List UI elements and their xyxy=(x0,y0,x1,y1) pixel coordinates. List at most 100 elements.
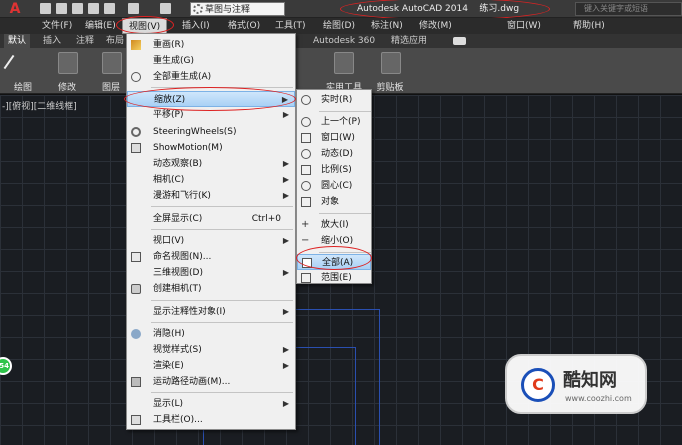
menu-separator xyxy=(151,206,293,207)
save-as-icon[interactable] xyxy=(88,3,99,14)
menu-item-toolbars[interactable]: 工具栏(O)... xyxy=(127,412,295,428)
menu-dimension[interactable]: 标注(N) xyxy=(371,18,403,34)
menu-modify[interactable]: 修改(M) xyxy=(419,18,452,34)
toolbar-icon xyxy=(131,415,141,425)
move-arrows-icon xyxy=(58,52,78,74)
zoom-scale-icon xyxy=(301,165,311,175)
zoom-in[interactable]: + 放大(I) xyxy=(297,217,371,233)
menu-item-render[interactable]: 渲染(E) ▶ xyxy=(127,358,295,374)
tab-layout[interactable]: 布局 xyxy=(106,34,124,48)
menu-separator xyxy=(319,111,371,112)
zoom-dynamic[interactable]: 动态(D) xyxy=(297,146,371,162)
ribbon-tabs: 默认 插入 注释 布局 Autodesk 360 精选应用 xyxy=(0,34,682,48)
watermark-name: 酷知网 xyxy=(563,370,617,391)
autocad-logo-icon[interactable]: A xyxy=(3,1,27,17)
menu-tools[interactable]: 工具(T) xyxy=(275,18,306,34)
showmotion-icon xyxy=(131,143,141,153)
menu-separator xyxy=(151,229,293,230)
submenu-arrow-icon: ▶ xyxy=(282,236,289,245)
open-file-icon[interactable] xyxy=(56,3,67,14)
menu-separator xyxy=(151,322,293,323)
watermark-url: www.coozhi.com xyxy=(565,394,632,403)
modify-button[interactable]: 修改 xyxy=(48,50,86,93)
zoom-all-highlight-ellipse xyxy=(296,246,372,270)
menu-item-hide[interactable]: 消隐(H) xyxy=(127,326,295,342)
submenu-arrow-icon: ▶ xyxy=(282,110,289,119)
submenu-arrow-icon: ▶ xyxy=(282,268,289,277)
tab-default[interactable]: 默认 xyxy=(4,34,31,48)
menu-help[interactable]: 帮助(H) xyxy=(573,18,605,34)
zoom-object[interactable]: 对象 xyxy=(297,194,371,210)
menu-format[interactable]: 格式(O) xyxy=(228,18,260,34)
clipboard-icon xyxy=(381,52,401,74)
gear-icon xyxy=(193,4,203,14)
tab-featured-apps[interactable]: 精选应用 xyxy=(391,34,427,48)
zoom-center-icon xyxy=(301,181,311,191)
submenu-arrow-icon: ▶ xyxy=(282,191,289,200)
menu-insert[interactable]: 插入(I) xyxy=(182,18,210,34)
menu-item-camera[interactable]: 相机(C) ▶ xyxy=(127,172,295,188)
draw-button[interactable]: 绘图 xyxy=(3,50,42,93)
menu-item-3d-views[interactable]: 三维视图(D) ▶ xyxy=(127,265,295,281)
regen-all-icon xyxy=(131,72,141,82)
view-menu-highlight-ellipse xyxy=(116,16,174,34)
menu-item-visual-styles[interactable]: 视觉样式(S) ▶ xyxy=(127,342,295,358)
workspace-label: 草图与注释 xyxy=(205,5,251,15)
tab-annotate[interactable]: 注释 xyxy=(76,34,94,48)
menu-draw[interactable]: 绘图(D) xyxy=(323,18,355,34)
menu-bar: 文件(F) 编辑(E) 视图(V) 插入(I) 格式(O) 工具(T) 绘图(D… xyxy=(0,18,682,34)
ribbon-options-icon[interactable] xyxy=(453,37,466,45)
redo-icon[interactable] xyxy=(160,3,171,14)
menu-file[interactable]: 文件(F) xyxy=(42,18,72,34)
zoom-window[interactable]: 窗口(W) xyxy=(297,130,371,146)
utilities-button[interactable]: 实用工具 xyxy=(322,50,366,93)
measure-icon xyxy=(334,52,354,74)
menu-item-showmotion[interactable]: ShowMotion(M) xyxy=(127,140,295,156)
menu-item-viewports[interactable]: 视口(V) ▶ xyxy=(127,233,295,249)
zoom-center[interactable]: 圆心(C) xyxy=(297,178,371,194)
fullscreen-shortcut: Ctrl+0 xyxy=(251,214,281,224)
pen-icon xyxy=(3,54,15,70)
zoom-scale[interactable]: 比例(S) xyxy=(297,162,371,178)
submenu-arrow-icon: ▶ xyxy=(282,399,289,408)
new-file-icon[interactable] xyxy=(40,3,51,14)
layer-icon xyxy=(102,52,122,74)
print-icon[interactable] xyxy=(104,3,115,14)
menu-item-walk-fly[interactable]: 漫游和飞行(K) ▶ xyxy=(127,188,295,204)
clipboard-button[interactable]: 剪贴板 xyxy=(370,50,410,93)
layer-button[interactable]: 图层 xyxy=(92,50,130,93)
zoom-out-icon: − xyxy=(301,235,310,246)
save-icon[interactable] xyxy=(72,3,83,14)
menu-window[interactable]: 窗口(W) xyxy=(507,18,541,34)
tab-autodesk-360[interactable]: Autodesk 360 xyxy=(313,34,375,48)
title-highlight-ellipse xyxy=(340,0,550,20)
title-bar: A 草图与注释 Autodesk AutoCAD 2014 练习.dwg 键入关… xyxy=(0,0,682,20)
menu-item-create-camera[interactable]: 创建相机(T) xyxy=(127,281,295,297)
zoom-window-icon xyxy=(301,133,311,143)
search-input[interactable]: 键入关键字或短语 xyxy=(575,2,682,16)
hide-icon xyxy=(131,329,141,339)
menu-edit[interactable]: 编辑(E) xyxy=(85,18,116,34)
menu-separator xyxy=(151,392,293,393)
undo-icon[interactable] xyxy=(128,3,139,14)
pencil-icon xyxy=(131,40,141,50)
tab-insert[interactable]: 插入 xyxy=(43,34,61,48)
zoom-previous-icon xyxy=(301,117,311,127)
menu-item-steeringwheels[interactable]: SteeringWheels(S) xyxy=(127,124,295,140)
zoom-realtime[interactable]: 实时(R) xyxy=(297,92,371,108)
menu-item-orbit[interactable]: 动态观察(B) ▶ xyxy=(127,156,295,172)
menu-item-named-views[interactable]: 命名视图(N)... xyxy=(127,249,295,265)
workspace-select[interactable]: 草图与注释 xyxy=(190,2,285,16)
viewport-controls[interactable]: -][俯视][二维线框] xyxy=(2,99,77,112)
menu-item-fullscreen[interactable]: 全屏显示(C) Ctrl+0 xyxy=(127,211,295,227)
modify-label: 修改 xyxy=(57,83,76,93)
menu-item-motion-path[interactable]: 运动路径动画(M)... xyxy=(127,374,295,390)
menu-item-display[interactable]: 显示(L) ▶ xyxy=(127,396,295,412)
zoom-extents[interactable]: 范围(E) xyxy=(297,270,371,286)
menu-item-regen-all[interactable]: 全部重生成(A) xyxy=(127,69,295,85)
zoom-previous[interactable]: 上一个(P) xyxy=(297,114,371,130)
submenu-arrow-icon: ▶ xyxy=(282,307,289,316)
menu-item-show-annotative[interactable]: 显示注释性对象(I) ▶ xyxy=(127,304,295,320)
menu-item-regen[interactable]: 重生成(G) xyxy=(127,53,295,69)
menu-item-redraw[interactable]: 重画(R) xyxy=(127,37,295,53)
